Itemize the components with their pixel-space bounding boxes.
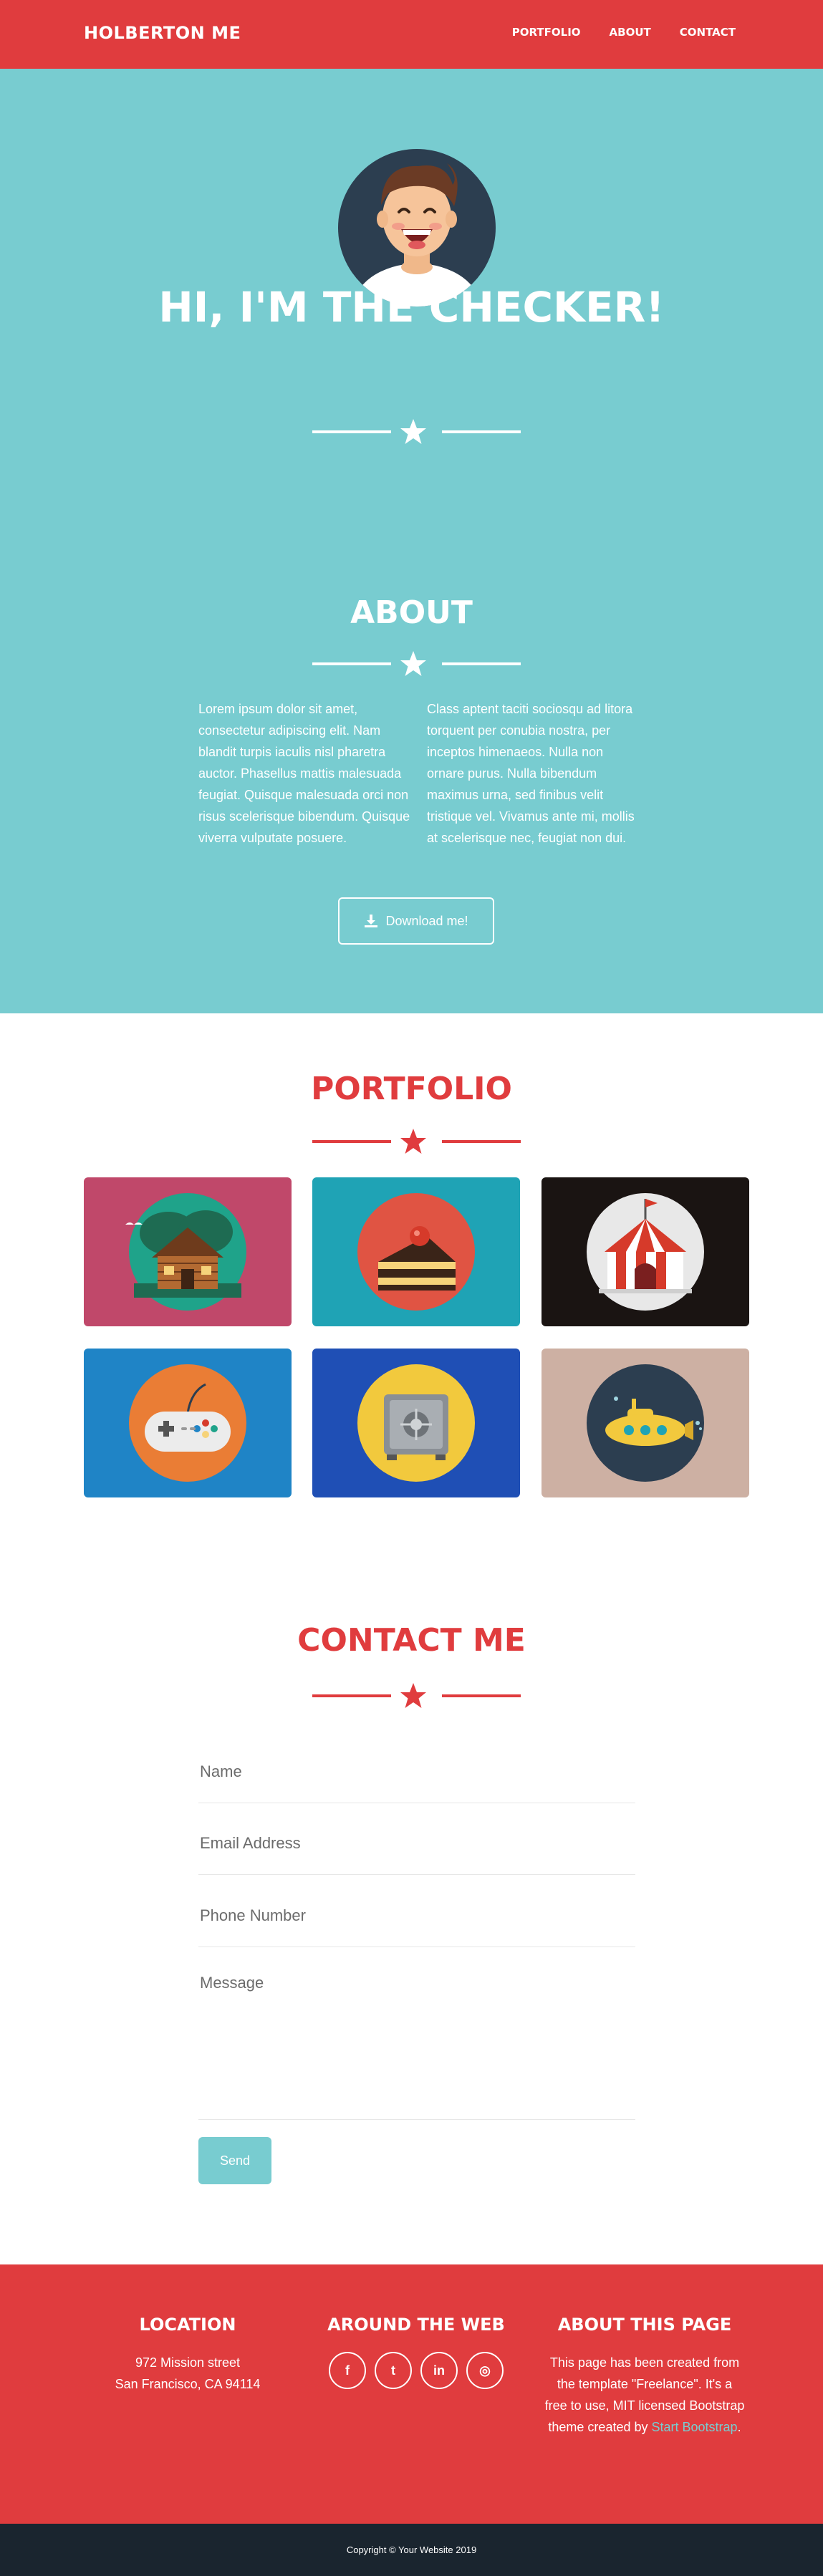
send-button[interactable]: Send: [198, 2137, 271, 2184]
start-bootstrap-link[interactable]: Start Bootstrap: [652, 2420, 738, 2434]
copyright-bar: Copyright © Your Website 2019: [0, 2524, 823, 2576]
about-page-text: This page has been created from the temp…: [530, 2352, 759, 2438]
portfolio-item-safe[interactable]: [312, 1349, 520, 1497]
navbar: HOLBERTON ME PORTFOLIO ABOUT CONTACT: [0, 0, 823, 69]
portfolio-divider: [0, 1127, 823, 1156]
footer-around-web: AROUND THE WEB f t in ◎: [302, 2315, 531, 2389]
portfolio-item-cake[interactable]: [312, 1177, 520, 1326]
address-line-2: San Francisco, CA 94114: [115, 2377, 261, 2391]
star-icon: [400, 1129, 426, 1154]
about-page-title: ABOUT THIS PAGE: [557, 2315, 732, 2335]
circus-tent-icon: [587, 1193, 704, 1311]
brand-logo[interactable]: HOLBERTON ME: [84, 23, 241, 43]
star-icon: [400, 419, 426, 444]
cabin-icon: [125, 1193, 246, 1311]
message-input[interactable]: [198, 1972, 635, 2116]
hero-divider: [0, 418, 823, 446]
facebook-icon[interactable]: f: [329, 2352, 366, 2389]
nav-link-about[interactable]: ABOUT: [610, 26, 651, 39]
message-field: [198, 1968, 635, 2120]
nav-link-contact[interactable]: CONTACT: [680, 26, 736, 39]
footer-about: ABOUT THIS PAGE This page has been creat…: [530, 2315, 759, 2438]
divider-line: [442, 430, 521, 433]
address-line-1: 972 Mission street: [135, 2355, 241, 2370]
download-icon: [365, 915, 378, 927]
linkedin-icon[interactable]: in: [420, 2352, 458, 2389]
phone-input[interactable]: [198, 1901, 635, 1930]
safe-icon: [357, 1364, 475, 1482]
name-input[interactable]: [198, 1757, 635, 1786]
about-text-right: Class aptent taciti sociosqu ad litora t…: [427, 702, 635, 845]
divider-line: [442, 1140, 521, 1143]
nav-links: PORTFOLIO ABOUT CONTACT: [512, 26, 736, 39]
download-button[interactable]: Download me!: [338, 897, 494, 945]
nav-link-portfolio[interactable]: PORTFOLIO: [512, 26, 581, 39]
divider-line: [442, 662, 521, 665]
divider-line: [312, 430, 391, 433]
contact-divider: [0, 1682, 823, 1710]
game-controller-icon: [129, 1364, 246, 1482]
about-text-left: Lorem ipsum dolor sit amet, consectetur …: [198, 702, 410, 845]
divider-line: [442, 1694, 521, 1697]
portfolio-title: PORTFOLIO: [311, 1071, 512, 1107]
footer: LOCATION 972 Mission street San Francisc…: [0, 2264, 823, 2524]
email-field: [198, 1825, 635, 1875]
divider-line: [312, 1694, 391, 1697]
submarine-icon: [587, 1364, 704, 1482]
divider-line: [312, 1140, 391, 1143]
divider-line: [312, 662, 391, 665]
cake-icon: [357, 1193, 475, 1311]
about-page-end: .: [737, 2420, 741, 2434]
location-title: LOCATION: [139, 2315, 236, 2335]
download-label: Download me!: [385, 913, 468, 928]
name-field: [198, 1753, 635, 1803]
hero-title: HI, I'M THE CHECKER!: [158, 283, 665, 332]
portfolio-item-circus[interactable]: [542, 1177, 749, 1326]
portfolio-item-controller[interactable]: [84, 1349, 292, 1497]
star-icon: [400, 651, 426, 676]
around-web-title: AROUND THE WEB: [327, 2315, 505, 2335]
phone-field: [198, 1897, 635, 1947]
star-icon: [400, 1683, 426, 1708]
copyright-text: Copyright © Your Website 2019: [346, 2544, 477, 2555]
about-divider: [0, 650, 823, 678]
portfolio-item-cabin[interactable]: [84, 1177, 292, 1326]
footer-location: LOCATION 972 Mission street San Francisc…: [73, 2315, 302, 2395]
twitter-icon[interactable]: t: [375, 2352, 412, 2389]
contact-title: CONTACT ME: [297, 1622, 526, 1659]
portfolio-item-submarine[interactable]: [542, 1349, 749, 1497]
about-title: ABOUT: [350, 594, 473, 631]
dribbble-icon[interactable]: ◎: [466, 2352, 504, 2389]
social-links: f t in ◎: [302, 2352, 531, 2389]
email-input[interactable]: [198, 1829, 635, 1858]
